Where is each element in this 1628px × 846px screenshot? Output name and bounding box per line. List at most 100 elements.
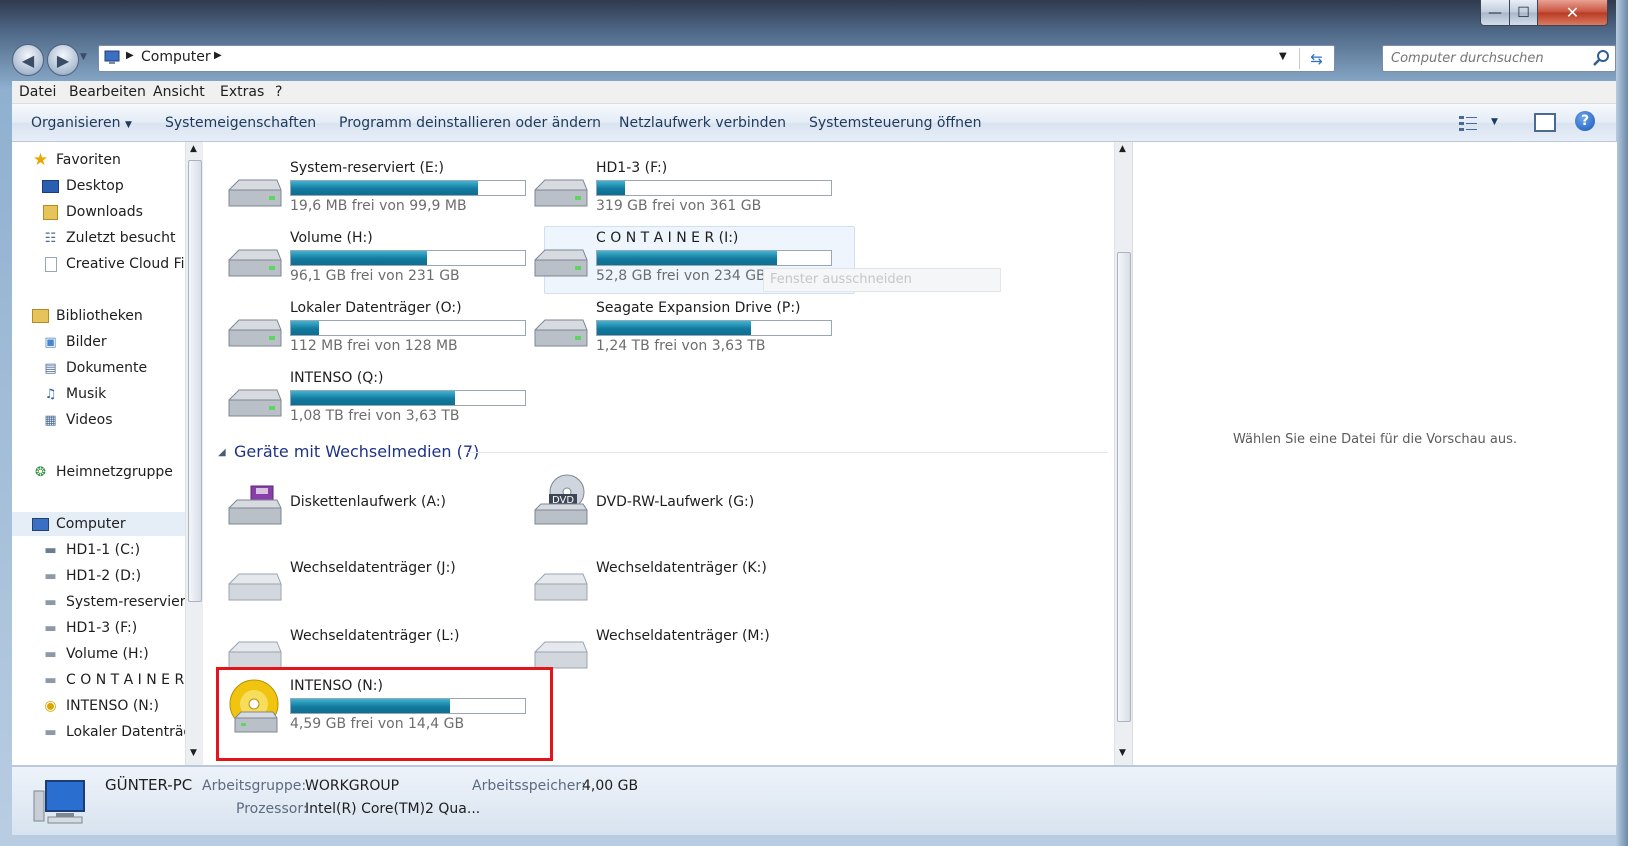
- drive-tile-q[interactable]: INTENSO (Q:) 1,08 TB frei von 3,63 TB: [225, 370, 526, 434]
- nav-documents-label: Dokumente: [66, 360, 148, 376]
- menu-help[interactable]: ?: [275, 84, 282, 100]
- nav-drive-i[interactable]: ▬ C O N T A I N E R (I:): [42, 668, 187, 692]
- drive-name: INTENSO (Q:): [290, 370, 384, 386]
- nav-computer[interactable]: Computer: [32, 512, 202, 536]
- nav-drive-h-label: Volume (H:): [66, 646, 149, 662]
- device-tile-k[interactable]: Wechseldatenträger (K:): [531, 554, 831, 604]
- downloads-folder-icon: [42, 204, 59, 220]
- drive-tile-p[interactable]: Seagate Expansion Drive (P:) 1,24 TB fre…: [531, 300, 832, 364]
- dvd-drive-icon: DVD: [534, 474, 588, 525]
- view-dropdown-icon[interactable]: ▼: [1491, 117, 1498, 127]
- drive-usage-fill: [291, 251, 427, 265]
- window-border-right: [1616, 0, 1628, 846]
- maximize-button[interactable]: ☐: [1509, 0, 1538, 26]
- nav-favorites[interactable]: ★ Favoriten: [32, 148, 202, 172]
- menu-ansicht[interactable]: Ansicht: [153, 84, 205, 100]
- breadcrumb-computer[interactable]: Computer: [141, 49, 211, 65]
- nav-creative-cloud[interactable]: Creative Cloud Files: [42, 252, 187, 276]
- music-icon: ♫: [44, 386, 57, 402]
- map-network-drive-button[interactable]: Netzlaufwerk verbinden: [619, 115, 786, 131]
- drive-free-space: 52,8 GB frei von 234 GB: [596, 268, 766, 284]
- nav-scrollbar[interactable]: ▲ ▼: [185, 142, 203, 765]
- scroll-down-icon[interactable]: ▼: [1119, 748, 1126, 758]
- nav-drive-o[interactable]: ▬ Lokaler Datenträger (O:): [42, 720, 187, 744]
- drive-tile-o[interactable]: Lokaler Datenträger (O:) 112 MB frei von…: [225, 300, 526, 364]
- device-tile-g[interactable]: DVD DVD-RW-Laufwerk (G:): [531, 472, 831, 532]
- nav-downloads-label: Downloads: [66, 204, 143, 220]
- nav-recent-label: Zuletzt besucht: [66, 230, 176, 246]
- address-dropdown-icon[interactable]: ▼: [1279, 51, 1287, 62]
- nav-drive-e-label: System-reserviert (E:): [66, 594, 187, 610]
- search-icon[interactable]: [1593, 50, 1610, 67]
- view-options-icon[interactable]: [1458, 114, 1478, 132]
- search-field[interactable]: [1382, 45, 1616, 72]
- drive-tile-e[interactable]: System-reserviert (E:) 19,6 MB frei von …: [225, 160, 526, 224]
- file-icon: [42, 256, 59, 272]
- drive-usage-bar: [596, 320, 832, 336]
- drive-usage-bar: [290, 180, 526, 196]
- nav-desktop-label: Desktop: [66, 178, 124, 194]
- scroll-down-icon[interactable]: ▼: [190, 748, 197, 758]
- system-properties-button[interactable]: Systemeigenschaften: [165, 115, 316, 131]
- forward-button[interactable]: ▶: [47, 44, 79, 76]
- cd-icon: ◉: [44, 698, 57, 714]
- nav-libraries[interactable]: Bibliotheken: [32, 304, 202, 328]
- help-icon[interactable]: ?: [1575, 111, 1595, 131]
- nav-drive-e[interactable]: ▬ System-reserviert (E:): [42, 590, 187, 614]
- hard-drive-icon: [228, 389, 282, 417]
- device-tile-j[interactable]: Wechseldatenträger (J:): [225, 554, 525, 604]
- nav-drive-o-label: Lokaler Datenträger (O:): [66, 724, 187, 740]
- floppy-drive-icon: [228, 485, 282, 525]
- uninstall-program-button[interactable]: Programm deinstallieren oder ändern: [339, 115, 601, 131]
- drive-usage-fill: [291, 391, 455, 405]
- chevron-down-icon: ▼: [124, 120, 132, 130]
- drive-icon: ▬: [44, 620, 57, 636]
- drive-tile-f[interactable]: HD1-3 (F:) 319 GB frei von 361 GB: [531, 160, 832, 224]
- content-scroll-thumb[interactable]: [1117, 252, 1131, 722]
- removable-drive-icon: [228, 573, 282, 601]
- nav-homegroup-label: Heimnetzgruppe: [56, 464, 173, 480]
- breadcrumb-separator-icon[interactable]: ▶: [126, 50, 134, 61]
- pictures-icon: ▣: [44, 334, 57, 350]
- drive-usage-bar: [290, 250, 526, 266]
- menu-bearbeiten[interactable]: Bearbeiten: [69, 84, 146, 100]
- removable-group-header[interactable]: Geräte mit Wechselmedien (7): [234, 442, 479, 461]
- computer-icon: [32, 517, 49, 532]
- recent-pages-dropdown-icon[interactable]: ▼: [80, 52, 87, 62]
- preview-message: Wählen Sie eine Datei für die Vorschau a…: [1232, 432, 1518, 447]
- menu-datei[interactable]: Datei: [19, 84, 56, 100]
- device-tile-l[interactable]: Wechseldatenträger (L:): [225, 622, 525, 672]
- refresh-icon[interactable]: ⇆: [1299, 48, 1333, 69]
- address-bar[interactable]: ▶ Computer ▶ ▼ ⇆: [98, 45, 1335, 72]
- menu-extras[interactable]: Extras: [220, 84, 264, 100]
- scroll-up-icon[interactable]: ▲: [190, 144, 197, 154]
- preview-pane-toggle-icon[interactable]: [1534, 113, 1556, 132]
- device-tile-m[interactable]: Wechseldatenträger (M:): [531, 622, 831, 672]
- arrow-left-icon: ◀: [21, 50, 35, 70]
- documents-icon: ▤: [44, 360, 57, 376]
- drive-tile-h[interactable]: Volume (H:) 96,1 GB frei von 231 GB: [225, 230, 526, 294]
- minimize-button[interactable]: —: [1480, 0, 1510, 26]
- open-control-panel-button[interactable]: Systemsteuerung öffnen: [809, 115, 982, 131]
- pc-name: GÜNTER-PC: [105, 776, 193, 794]
- drive-name: System-reserviert (E:): [290, 160, 444, 176]
- nav-homegroup[interactable]: ❂ Heimnetzgruppe: [32, 460, 202, 484]
- drive-usage-bar: [596, 250, 832, 266]
- breadcrumb-chevron-icon[interactable]: ▶: [214, 50, 222, 61]
- recent-places-icon: ☷: [44, 230, 57, 246]
- search-input[interactable]: [1389, 48, 1588, 69]
- nav-computer-label: Computer: [56, 516, 126, 532]
- device-name: Wechseldatenträger (J:): [290, 560, 456, 576]
- drive-free-space: 1,24 TB frei von 3,63 TB: [596, 338, 766, 354]
- close-button[interactable]: ✕: [1537, 0, 1608, 26]
- desktop-icon: [42, 179, 59, 194]
- scroll-up-icon[interactable]: ▲: [1119, 144, 1126, 154]
- nav-scroll-thumb[interactable]: [188, 160, 202, 602]
- cpu-value: Intel(R) Core(TM)2 Qua...: [305, 801, 481, 817]
- device-tile-a[interactable]: Diskettenlaufwerk (A:): [225, 482, 525, 534]
- content-scrollbar[interactable]: ▲ ▼: [1114, 142, 1132, 765]
- drive-usage-bar: [290, 320, 526, 336]
- organize-button[interactable]: Organisieren ▼: [31, 115, 132, 131]
- collapse-group-icon[interactable]: ◢: [218, 447, 226, 458]
- back-button[interactable]: ◀: [12, 44, 44, 76]
